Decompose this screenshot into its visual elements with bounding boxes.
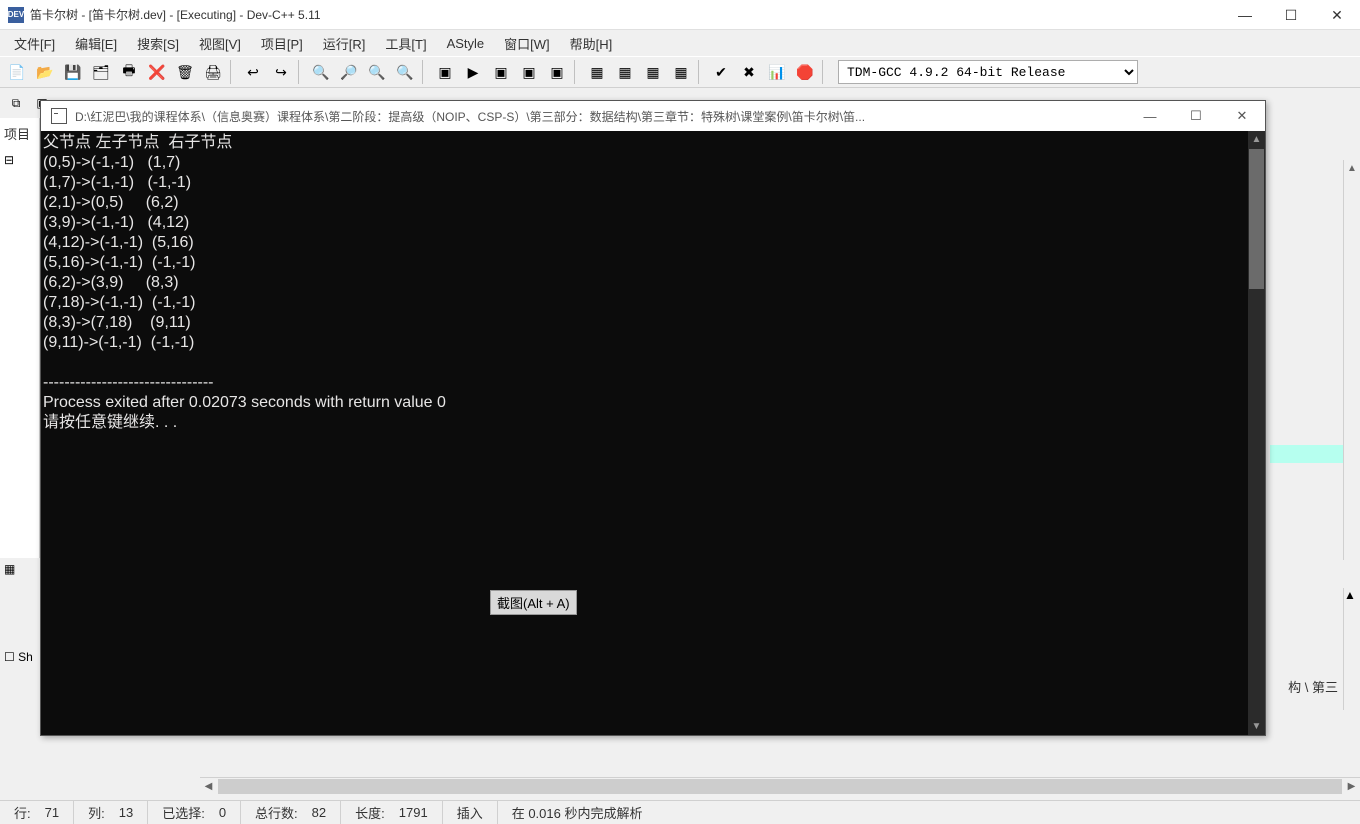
- replace-icon[interactable]: 🔎: [336, 59, 362, 85]
- profile-icon[interactable]: 📊: [764, 59, 790, 85]
- debug-icon[interactable]: ▣: [544, 59, 570, 85]
- status-total-lines: 总行数: 82: [241, 801, 341, 824]
- save-icon[interactable]: 💾: [60, 59, 86, 85]
- console-title: D:\红泥巴\我的课程体系\（信息奥赛）课程体系\第二阶段：提高级（NOIP、C…: [75, 108, 865, 125]
- menu-tools[interactable]: 工具[T]: [375, 30, 436, 57]
- maximize-button[interactable]: ☐: [1268, 0, 1314, 30]
- menu-help[interactable]: 帮助[H]: [560, 30, 623, 57]
- compile-icon[interactable]: ▣: [432, 59, 458, 85]
- save-as-icon[interactable]: 🖶: [116, 59, 142, 85]
- menu-search[interactable]: 搜索[S]: [127, 30, 189, 57]
- abort-icon[interactable]: ✖: [736, 59, 762, 85]
- console-vscrollbar[interactable]: ▲ ▼: [1248, 131, 1265, 735]
- save-all-icon[interactable]: 🗂: [88, 59, 114, 85]
- debug-panel-icon[interactable]: ▦: [584, 59, 610, 85]
- minimize-button[interactable]: —: [1222, 0, 1268, 30]
- main-titlebar: DEV 笛卡尔树 - [笛卡尔树.dev] - [Executing] - De…: [0, 0, 1360, 30]
- scroll-thumb[interactable]: [218, 779, 1342, 794]
- status-row: 行: 71: [0, 801, 74, 824]
- console-maximize-button[interactable]: ☐: [1173, 101, 1219, 131]
- console-window: D:\红泥巴\我的课程体系\（信息奥赛）课程体系\第二阶段：提高级（NOIP、C…: [40, 100, 1266, 736]
- status-length: 长度: 1791: [341, 801, 443, 824]
- editor-text-fragment: 构 \ 第三: [1288, 677, 1338, 696]
- console-body[interactable]: 父节点 左子节点 右子节点 (0,5)->(-1,-1) (1,7) (1,7)…: [41, 131, 1265, 735]
- status-col: 列: 13: [74, 801, 148, 824]
- lower-panel: ▦ ☐ Sh: [0, 558, 40, 718]
- console-icon: [51, 108, 67, 124]
- menu-file[interactable]: 文件[F]: [4, 30, 65, 57]
- menu-astyle[interactable]: AStyle: [437, 32, 495, 55]
- debug-out-icon[interactable]: ▦: [668, 59, 694, 85]
- menu-edit[interactable]: 编辑[E]: [65, 30, 127, 57]
- scroll-left-icon[interactable]: ◀: [200, 781, 217, 792]
- toolbar-separator: [298, 60, 304, 84]
- menubar: 文件[F] 编辑[E] 搜索[S] 视图[V] 项目[P] 运行[R] 工具[T…: [0, 30, 1360, 56]
- toolbar-separator: [574, 60, 580, 84]
- console-close-button[interactable]: ✕: [1219, 101, 1265, 131]
- debug-step-icon[interactable]: ▦: [612, 59, 638, 85]
- scroll-up-icon[interactable]: ▲: [1344, 588, 1360, 602]
- status-mode: 插入: [443, 801, 498, 824]
- editor-highlight: [1270, 445, 1346, 463]
- menu-window[interactable]: 窗口[W]: [494, 30, 560, 57]
- window-title: 笛卡尔树 - [笛卡尔树.dev] - [Executing] - Dev-C+…: [30, 6, 321, 23]
- debug-into-icon[interactable]: ▦: [640, 59, 666, 85]
- lower-checkbox[interactable]: ☐ Sh: [0, 646, 40, 668]
- statusbar: 行: 71 列: 13 已选择: 0 总行数: 82 长度: 1791 插入 在…: [0, 800, 1360, 824]
- run-icon[interactable]: ▶: [460, 59, 486, 85]
- close-file-icon[interactable]: ❌: [144, 59, 170, 85]
- menu-project[interactable]: 项目[P]: [251, 30, 313, 57]
- screenshot-tooltip: 截图(Alt + A): [490, 590, 577, 615]
- scroll-up-icon[interactable]: ▲: [1248, 131, 1265, 148]
- project-sidebar: 项目 ⊟: [0, 118, 40, 568]
- status-selected: 已选择: 0: [148, 801, 241, 824]
- compile-run-icon[interactable]: ▣: [488, 59, 514, 85]
- print-icon[interactable]: 🖨: [200, 59, 226, 85]
- lower-checkbox-label: Sh: [18, 650, 33, 664]
- new-file-icon[interactable]: 📄: [4, 59, 30, 85]
- console-output: 父节点 左子节点 右子节点 (0,5)->(-1,-1) (1,7) (1,7)…: [41, 131, 1265, 435]
- open-file-icon[interactable]: 📂: [32, 59, 58, 85]
- goto-icon[interactable]: 🔍: [392, 59, 418, 85]
- toolbar-separator: [822, 60, 828, 84]
- find-icon[interactable]: 🔍: [308, 59, 334, 85]
- scroll-thumb[interactable]: [1249, 149, 1264, 289]
- tree-expand-icon[interactable]: ⊟: [0, 149, 39, 171]
- scroll-up-icon[interactable]: ▲: [1344, 160, 1360, 177]
- close-button[interactable]: ✕: [1314, 0, 1360, 30]
- menu-run[interactable]: 运行[R]: [313, 30, 376, 57]
- compiler-select[interactable]: TDM-GCC 4.9.2 64-bit Release: [838, 60, 1138, 84]
- app-icon: DEV: [8, 7, 24, 23]
- toolbar-separator: [230, 60, 236, 84]
- close-all-icon[interactable]: 🗑: [172, 59, 198, 85]
- compiler-output-icon[interactable]: ▦: [4, 562, 24, 582]
- toolbar-separator: [698, 60, 704, 84]
- toolbar-separator: [422, 60, 428, 84]
- window-controls: — ☐ ✕: [1222, 0, 1360, 30]
- output-vscrollbar[interactable]: ▲: [1343, 588, 1360, 710]
- editor-hscrollbar[interactable]: ◀ ▶: [200, 777, 1360, 794]
- rebuild-icon[interactable]: ▣: [516, 59, 542, 85]
- mdi-restore-icon[interactable]: ⧉: [4, 91, 28, 115]
- console-minimize-button[interactable]: —: [1127, 101, 1173, 131]
- delete-profile-icon[interactable]: 🛑: [792, 59, 818, 85]
- sidebar-label: 项目: [0, 118, 39, 149]
- console-titlebar[interactable]: D:\红泥巴\我的课程体系\（信息奥赛）课程体系\第二阶段：提高级（NOIP、C…: [41, 101, 1265, 131]
- redo-icon[interactable]: ↪: [268, 59, 294, 85]
- scroll-right-icon[interactable]: ▶: [1343, 781, 1360, 792]
- editor-vscrollbar[interactable]: ▲: [1343, 160, 1360, 560]
- console-window-controls: — ☐ ✕: [1127, 101, 1265, 131]
- scroll-down-icon[interactable]: ▼: [1248, 718, 1265, 735]
- status-parse: 在 0.016 秒内完成解析: [498, 801, 657, 824]
- find-next-icon[interactable]: 🔍: [364, 59, 390, 85]
- toolbar: 📄 📂 💾 🗂 🖶 ❌ 🗑 🖨 ↩ ↪ 🔍 🔎 🔍 🔍 ▣ ▶ ▣ ▣ ▣ ▦ …: [0, 56, 1360, 88]
- check-icon[interactable]: ✔: [708, 59, 734, 85]
- undo-icon[interactable]: ↩: [240, 59, 266, 85]
- menu-view[interactable]: 视图[V]: [189, 30, 251, 57]
